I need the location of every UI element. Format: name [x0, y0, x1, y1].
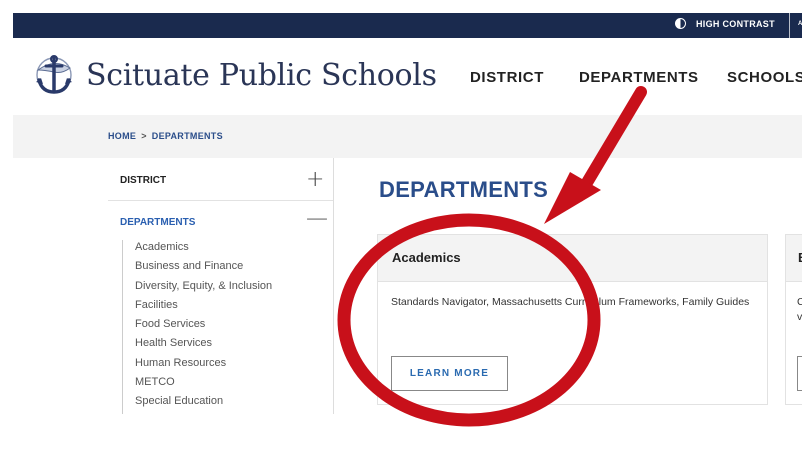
- card-description: Standards Navigator, Massachusetts Curri…: [391, 296, 750, 308]
- nav-district[interactable]: DISTRICT: [470, 69, 544, 86]
- annotation-arrow-head: [544, 172, 601, 224]
- collapse-minus-icon[interactable]: —: [306, 206, 328, 231]
- learn-more-button-partial[interactable]: [797, 356, 802, 391]
- page-title: DEPARTMENTS: [379, 177, 549, 202]
- card-description-line: C: [797, 296, 802, 308]
- sidebar-nav: DISTRICT + DEPARTMENTS — Academics Busin…: [108, 158, 334, 414]
- breadcrumb: HOME > DEPARTMENTS: [108, 131, 223, 141]
- utility-divider: [789, 13, 790, 38]
- breadcrumb-current: DEPARTMENTS: [151, 131, 223, 141]
- high-contrast-label: HIGH CONTRAST: [696, 18, 775, 29]
- breadcrumb-bar: HOME > DEPARTMENTS: [13, 115, 802, 158]
- sidebar-section-district[interactable]: DISTRICT +: [108, 158, 333, 201]
- contrast-icon: [675, 18, 686, 29]
- card-description-line: v: [797, 311, 802, 323]
- breadcrumb-separator: >: [141, 131, 147, 141]
- sidebar-item-food-services[interactable]: Food Services: [135, 317, 272, 336]
- sidebar-item-metco[interactable]: METCO: [135, 375, 272, 394]
- sidebar-section-departments[interactable]: DEPARTMENTS —: [108, 200, 333, 242]
- sidebar-item-business-finance[interactable]: Business and Finance: [135, 259, 272, 278]
- sidebar-item-health-services[interactable]: Health Services: [135, 336, 272, 355]
- department-card-partial: B C v: [785, 234, 802, 405]
- sidebar-section-label: DISTRICT: [120, 175, 167, 186]
- sidebar-item-special-education[interactable]: Special Education: [135, 394, 272, 413]
- utility-bar: HIGH CONTRAST A: [13, 13, 802, 38]
- sidebar-sublist: Academics Business and Finance Diversity…: [122, 240, 272, 414]
- card-title[interactable]: B: [798, 250, 802, 265]
- sidebar-section-label: DEPARTMENTS: [120, 217, 196, 228]
- learn-more-button[interactable]: LEARN MORE: [391, 356, 508, 391]
- breadcrumb-home[interactable]: HOME: [108, 131, 136, 141]
- anchor-logo-icon[interactable]: [32, 52, 76, 98]
- utility-link-truncated[interactable]: A: [798, 21, 802, 27]
- high-contrast-toggle[interactable]: HIGH CONTRAST: [675, 18, 775, 29]
- sidebar-item-dei[interactable]: Diversity, Equity, & Inclusion: [135, 279, 272, 298]
- expand-plus-icon[interactable]: +: [306, 167, 324, 192]
- nav-departments[interactable]: DEPARTMENTS: [579, 69, 699, 86]
- card-description: C v: [797, 295, 802, 325]
- sidebar-item-facilities[interactable]: Facilities: [135, 298, 272, 317]
- sidebar-item-academics[interactable]: Academics: [135, 240, 272, 259]
- department-card-academics: Academics Standards Navigator, Massachus…: [377, 234, 768, 405]
- nav-schools[interactable]: SCHOOLS: [727, 69, 802, 86]
- sidebar-item-human-resources[interactable]: Human Resources: [135, 356, 272, 375]
- site-name[interactable]: Scituate Public Schools: [86, 58, 437, 93]
- card-title[interactable]: Academics: [392, 250, 461, 265]
